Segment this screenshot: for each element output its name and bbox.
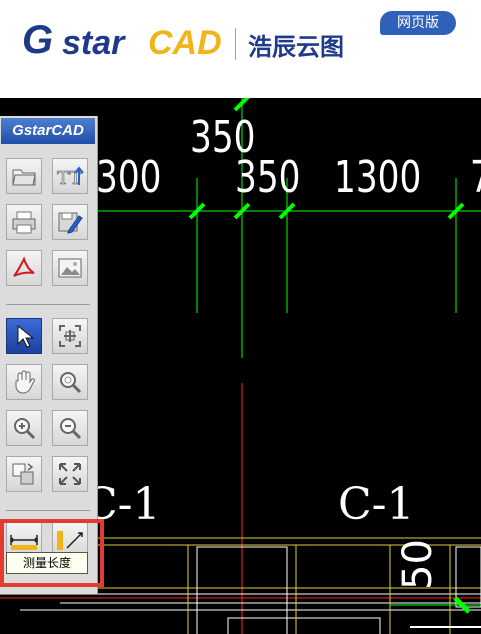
zoom-out-button[interactable] [52, 410, 88, 446]
magnifier-icon [60, 372, 82, 394]
print-button[interactable] [6, 204, 42, 240]
zoom-in-button[interactable] [6, 410, 42, 446]
web-version-badge: 网页版 [380, 11, 456, 35]
cursor-arrow-icon [17, 324, 35, 348]
toolbar-logo: GstarCAD [1, 118, 95, 144]
toolbar-separator [6, 510, 90, 511]
dim-text-50: 50 [395, 539, 441, 590]
layout-switch-button[interactable] [6, 456, 42, 492]
logo-chinese-text: 浩辰云图 [248, 33, 344, 61]
toolbar-separator [6, 304, 90, 305]
zoom-extents-button[interactable] [52, 318, 88, 354]
text-size-button[interactable]: TT [52, 158, 88, 194]
image-icon [58, 258, 82, 278]
save-edit-button[interactable] [52, 204, 88, 240]
text-height-icon: TT [57, 166, 84, 188]
export-pdf-button[interactable] [6, 250, 42, 286]
app-header: G star CAD 浩辰云图 网页版 [0, 0, 481, 98]
measure-length-tooltip: 测量长度 [6, 552, 88, 574]
pdf-icon [13, 256, 35, 277]
dim-text-350: 350 [235, 152, 301, 203]
folder-icon [12, 169, 36, 186]
select-button[interactable] [6, 318, 42, 354]
logo-cad-text: CAD [148, 24, 222, 62]
label-c1-right: C-1 [338, 479, 415, 530]
layer-switch-icon [12, 463, 34, 485]
export-image-button[interactable] [52, 250, 88, 286]
dim-text-1300: 1300 [334, 152, 422, 203]
pan-button[interactable] [6, 364, 42, 400]
logo-letter: G [22, 18, 53, 62]
open-file-button[interactable] [6, 158, 42, 194]
zoom-out-icon [60, 418, 82, 440]
save-edit-icon [58, 212, 83, 234]
logo-divider [235, 28, 236, 60]
dim-text-300: 300 [96, 152, 162, 203]
printer-icon [12, 211, 36, 234]
fullscreen-button[interactable] [52, 456, 88, 492]
crosshair-frame-icon [59, 325, 81, 347]
zoom-window-button[interactable] [52, 364, 88, 400]
logo-star-text: star [62, 24, 125, 62]
hand-icon [15, 370, 35, 394]
dim-text-7: 7 [470, 156, 481, 200]
fullscreen-icon [59, 463, 81, 485]
zoom-in-icon [14, 418, 36, 440]
